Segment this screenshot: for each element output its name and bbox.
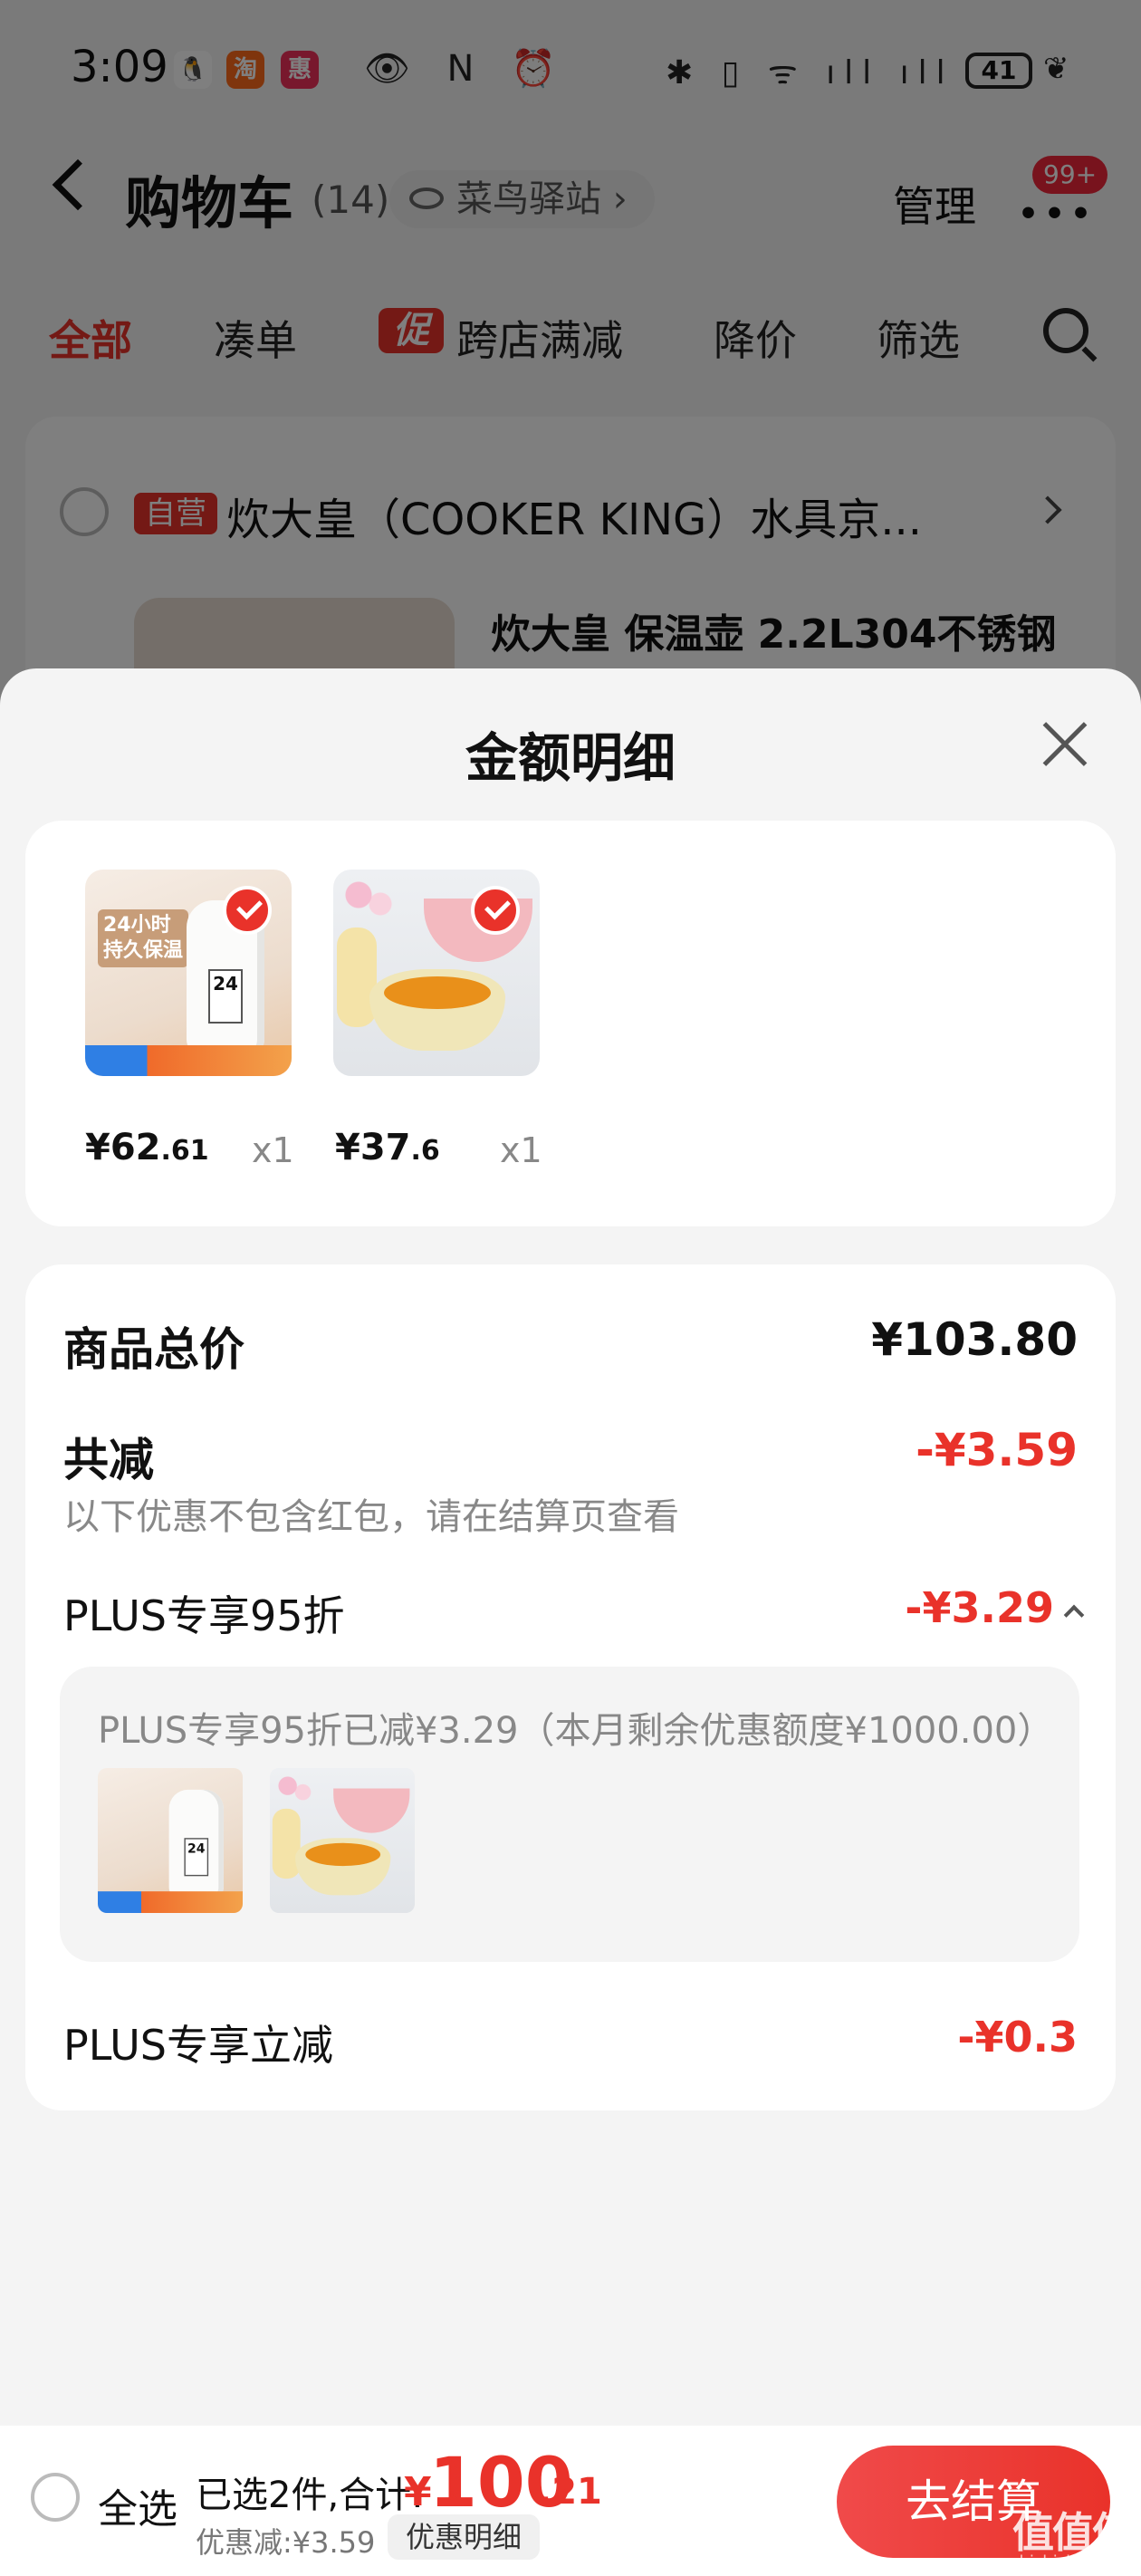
item-price-int: ¥62	[85, 1127, 161, 1168]
plus95-detail-text: PLUS专享95折已减¥3.29（本月剩余优惠额度¥1000.00）	[98, 1710, 1054, 1752]
pink-bowl-illustration	[333, 1788, 410, 1833]
kettle-label: 24	[184, 1838, 209, 1877]
image-caption: 24小时 持久保温	[98, 909, 189, 967]
total-value: ¥103.80	[871, 1313, 1078, 1366]
plus95-label: PLUS专享95折	[63, 1591, 345, 1640]
sheet-title: 金额明细	[465, 727, 676, 789]
item-price: ¥37.6	[335, 1127, 440, 1168]
watermark-url: zhizhizhi.com	[1011, 2552, 1121, 2571]
watermark-logo: 值值值	[1012, 2508, 1134, 2557]
item-price-dec: .61	[160, 1135, 209, 1167]
check-icon[interactable]	[223, 886, 272, 935]
item-price-int: ¥37	[335, 1127, 411, 1168]
discount-detail-button[interactable]: 优惠明细	[388, 2514, 541, 2560]
discount-item-image-kettle: 24	[98, 1768, 243, 1913]
kettle-thumb: 24	[98, 1768, 243, 1913]
flowers-illustration	[342, 877, 397, 922]
plus95-value: -¥3.29	[905, 1583, 1054, 1632]
item-qty: x1	[252, 1130, 294, 1170]
reduce-value: -¥3.59	[916, 1424, 1078, 1476]
select-all-label[interactable]: 全选	[98, 2476, 177, 2534]
select-all-radio[interactable]	[31, 2473, 80, 2522]
chevron-up-icon	[1063, 1604, 1085, 1626]
item-qty: x1	[500, 1130, 542, 1170]
plus95-toggle[interactable]: -¥3.29	[905, 1583, 1085, 1632]
vase-illustration	[337, 928, 377, 1027]
reduce-label: 共减	[63, 1434, 154, 1486]
price-strip	[85, 1045, 292, 1076]
discount-note: 以下优惠不包含红包，请在结算页查看	[63, 1496, 679, 1538]
selected-count: 已选2件,合计:	[196, 2475, 424, 2516]
close-icon[interactable]	[1040, 719, 1088, 768]
bowl-thumb	[270, 1768, 415, 1913]
item-price: ¥62.61	[85, 1127, 209, 1168]
flowers-illustration	[276, 1773, 315, 1805]
item-price-dec: .6	[410, 1135, 440, 1167]
kettle-label: 24	[208, 969, 243, 1024]
total-amount-dec: .21	[538, 2471, 602, 2513]
check-icon[interactable]	[471, 886, 520, 935]
soup-illustration	[384, 976, 491, 1009]
total-currency: ¥	[404, 2469, 432, 2515]
plus-instant-label: PLUS专享立减	[63, 2021, 333, 2070]
soup-illustration	[305, 1842, 381, 1867]
plus-instant-value: -¥0.3	[957, 2013, 1078, 2062]
price-strip	[98, 1891, 243, 1913]
total-label: 商品总价	[63, 1323, 244, 1376]
discount-item-image-bowl	[270, 1768, 415, 1913]
saved-amount: 优惠减:¥3.59	[196, 2525, 376, 2560]
